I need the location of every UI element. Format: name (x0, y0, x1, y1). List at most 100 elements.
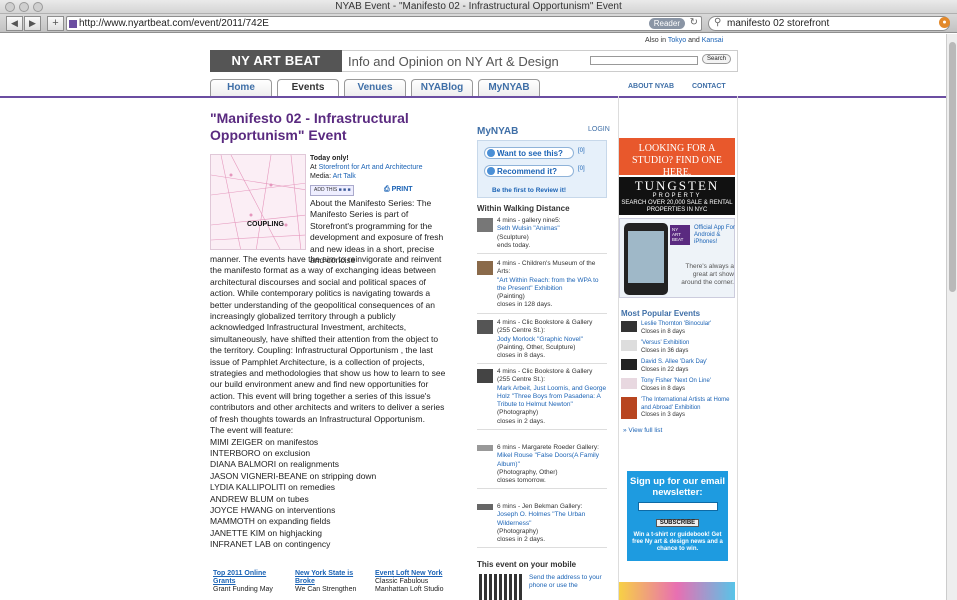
tab-nyablog[interactable]: NYABlog (411, 79, 473, 96)
sponsored-link-title[interactable]: Top 2011 Online Grants (213, 570, 288, 586)
app-ad[interactable]: NY ART BEAT Official App For Android & i… (619, 218, 735, 298)
walk-closes: closes tomorrow. (497, 477, 546, 485)
walk-title[interactable]: Mikel Rouse "False Doors(A Family Album)… (497, 452, 607, 469)
share-row: ADD THIS ■ ■ ■ ⎙ PRINT (310, 185, 460, 196)
sponsored-link[interactable]: Top 2011 Online Grants Grant Funding May (213, 570, 288, 594)
walk-closes: closes in 128 days. (497, 301, 553, 309)
sponsored-link[interactable]: New York State is Broke We Can Strengthen (295, 570, 370, 594)
popular-title[interactable]: 'Versus' Exhibition (641, 340, 736, 348)
subscribe-button[interactable]: SUBSCRIBE (655, 519, 700, 527)
popular-thumbnail[interactable] (621, 397, 637, 419)
sponsored-link-text: Classic Fabulous Manhattan Loft Studio (375, 578, 444, 593)
recommend-button[interactable]: Recommend it? (484, 165, 574, 177)
bottom-banner-ad[interactable] (619, 582, 735, 600)
browser-search-text[interactable]: manifesto 02 storefront (727, 18, 829, 29)
walk-thumbnail[interactable] (477, 504, 493, 510)
print-link[interactable]: ⎙ PRINT (384, 185, 413, 194)
add-this-button[interactable]: ADD THIS ■ ■ ■ (310, 185, 355, 196)
speaker-item: MIMI ZEIGER on manifestos (210, 436, 319, 447)
walk-title[interactable]: Mark Arbeit, Just Loomis, and George Hol… (497, 385, 607, 410)
site-search-input[interactable] (590, 56, 698, 65)
page-scrollbar[interactable] (946, 34, 957, 600)
kansai-link[interactable]: Kansai (702, 37, 723, 44)
newsletter-heading: Sign up for our email newsletter: (629, 476, 725, 498)
walk-title[interactable]: "Art Within Reach: from the WPA to the P… (497, 277, 607, 294)
description-body: manner. The events have the aim to reinv… (210, 254, 446, 424)
heart-icon (487, 167, 495, 175)
popular-closes: Closes in 36 days (641, 347, 689, 354)
browser-search-field[interactable]: ⚲ manifesto 02 storefront (708, 16, 950, 31)
studio-ad[interactable]: LOOKING FOR A STUDIO? FIND ONE HERE. (619, 138, 735, 178)
speaker-item: MAMMOTH on expanding fields (210, 516, 331, 527)
site-logo[interactable]: NY ART BEAT (210, 50, 342, 72)
popular-thumbnail[interactable] (621, 378, 637, 389)
app-ad-text[interactable]: Official App For Android & iPhones! (694, 225, 736, 246)
print-icon: ⎙ (384, 186, 390, 193)
rss-icon[interactable]: ● (939, 17, 950, 28)
walk-title[interactable]: Jody Morlock "Graphic Novel" (497, 336, 607, 344)
reader-button[interactable]: Reader (648, 18, 685, 29)
tungsten-title: TUNGSTEN (634, 178, 720, 193)
walk-thumbnail[interactable] (477, 445, 493, 451)
sponsored-link-title[interactable]: Event Loft New York (375, 570, 450, 578)
forward-button[interactable]: ▶ (24, 16, 41, 31)
view-full-list-link[interactable]: » View full list (623, 427, 662, 434)
tab-venues[interactable]: Venues (344, 79, 406, 96)
tungsten-ad[interactable]: TUNGSTEN PROPERTY SEARCH OVER 20,000 SAL… (619, 177, 735, 215)
divider (477, 363, 607, 365)
address-bar[interactable]: http://www.nyartbeat.com/event/2011/742E… (66, 16, 702, 31)
walk-thumbnail[interactable] (477, 261, 493, 275)
sponsored-link[interactable]: Event Loft New York Classic Fabulous Manh… (375, 570, 450, 594)
app-logo: NY ART BEAT (670, 225, 690, 245)
walk-closes: ends today. (497, 241, 531, 249)
walk-title[interactable]: Joseph O. Holmes "The Urban Wilderness" (497, 511, 607, 528)
want-to-see-button[interactable]: Want to see this? (484, 147, 574, 159)
popular-thumbnail[interactable] (621, 340, 637, 351)
tab-mynyab[interactable]: MyNYAB (478, 79, 540, 96)
sponsored-link-text: We Can Strengthen (295, 586, 357, 593)
media-link[interactable]: Art Talk (333, 173, 356, 180)
walk-type: (Painting, Other, Sculpture) (497, 343, 576, 351)
newsletter-email-input[interactable] (637, 502, 718, 511)
walk-item: 6 mins - Jen Bekman Gallery: Joseph O. Ho… (477, 503, 607, 549)
popular-title[interactable]: David S. Allee 'Dark Day' (641, 359, 736, 367)
feature-intro: The event will feature: (210, 425, 294, 436)
walk-type: (Photography, Other) (497, 468, 558, 476)
popular-title[interactable]: Tony Fisher 'Next On Line' (641, 378, 736, 386)
walk-thumbnail[interactable] (477, 218, 493, 232)
url-text[interactable]: http://www.nyartbeat.com/event/2011/742E (79, 18, 269, 29)
popular-item: Leslie Thornton 'Binocular' Closes in 8 d… (621, 321, 736, 336)
page-viewport: Also in Tokyo and Kansai NY ART BEAT Inf… (0, 34, 946, 600)
popular-item: Tony Fisher 'Next On Line' Closes in 8 da… (621, 378, 736, 393)
mobile-send-link[interactable]: Send the address to your phone or use th… (529, 574, 604, 590)
venue-link[interactable]: Storefront for Art and Architecture (319, 164, 423, 171)
walk-type: (Sculpture) (497, 233, 529, 241)
reload-icon[interactable]: ↻ (690, 17, 698, 28)
scrollbar-thumb[interactable] (949, 42, 956, 292)
sponsored-link-title[interactable]: New York State is Broke (295, 570, 370, 586)
login-link[interactable]: LOGIN (588, 126, 610, 133)
walk-title[interactable]: Seth Wulsin "Animas" (497, 225, 607, 233)
tokyo-link[interactable]: Tokyo (668, 37, 686, 44)
contact-link[interactable]: CONTACT (692, 83, 726, 90)
popular-thumbnail[interactable] (621, 359, 637, 370)
recommend-count[interactable]: [0] (578, 166, 585, 172)
speaker-item: JOYCE HWANG on interventions (210, 504, 336, 515)
review-link[interactable]: Be the first to Review it! (492, 187, 566, 194)
walk-thumbnail[interactable] (477, 369, 493, 383)
tab-home[interactable]: Home (210, 79, 272, 96)
site-search-button[interactable]: Search (702, 54, 732, 64)
walk-thumbnail[interactable] (477, 320, 493, 334)
tab-events[interactable]: Events (277, 79, 339, 96)
also-in-links: Also in Tokyo and Kansai (645, 37, 723, 44)
add-tab-button[interactable]: + (47, 16, 64, 31)
want-count[interactable]: [0] (578, 148, 585, 154)
back-button[interactable]: ◀ (6, 16, 23, 31)
popular-title[interactable]: Leslie Thornton 'Binocular' (641, 321, 736, 329)
event-poster-image[interactable]: COUPLING (210, 154, 306, 250)
mynyab-heading: MyNYAB (477, 126, 519, 137)
about-nyab-link[interactable]: ABOUT NYAB (628, 83, 674, 90)
walk-closes: closes in 8 days. (497, 352, 546, 360)
popular-title[interactable]: 'The International Artists at Home and A… (641, 397, 736, 412)
popular-thumbnail[interactable] (621, 321, 637, 332)
